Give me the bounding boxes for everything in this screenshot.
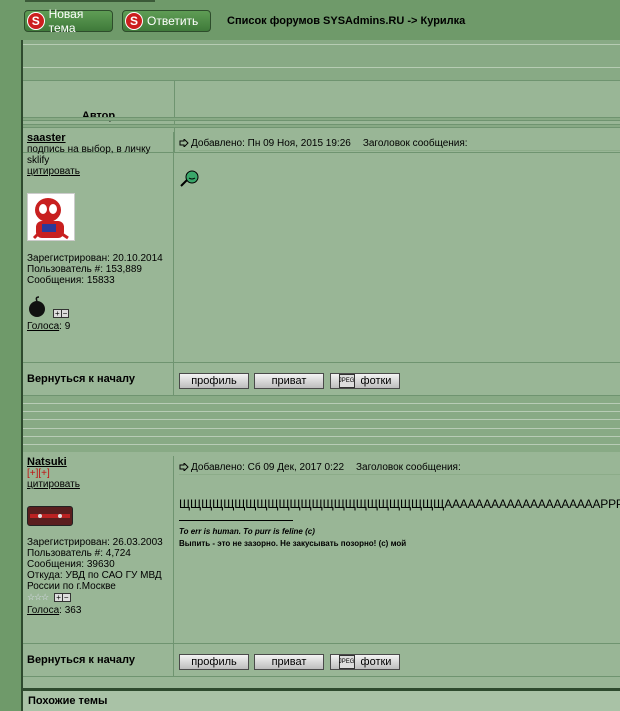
photos-button[interactable]: JPEG фотки bbox=[330, 654, 400, 670]
signature-divider bbox=[179, 520, 293, 521]
photos-button[interactable]: JPEG фотки bbox=[330, 373, 400, 389]
signature-line-1: To err is human. To purr is feline (c) bbox=[179, 527, 315, 536]
post-arrow-icon[interactable] bbox=[179, 463, 189, 471]
row-separator bbox=[23, 124, 620, 128]
post-date: Добавлено: Пн 09 Ноя, 2015 19:26 bbox=[191, 137, 351, 149]
troll-face-icon bbox=[180, 170, 199, 187]
profile-button[interactable]: профиль bbox=[179, 373, 249, 389]
new-topic-button[interactable]: S Новая тема bbox=[24, 7, 113, 35]
jpeg-icon: JPEG bbox=[338, 655, 355, 669]
post-author-panel: saaster подпись на выбор, в личку sklify… bbox=[23, 132, 174, 362]
vote-widgets: ☆☆☆ + − bbox=[27, 592, 173, 603]
post-date: Добавлено: Сб 09 Дек, 2017 0:22 bbox=[191, 461, 345, 473]
votes-value: : 363 bbox=[59, 605, 82, 616]
topic-table: Автор saaster подпись на выбор, в личку … bbox=[21, 40, 620, 711]
post-body: ЩЩЩЩЩЩЩЩЩЩЩЩЩЩЩЩЩЩЩЩЩЩЩЩАААААААААААААААА… bbox=[179, 497, 620, 511]
avatar bbox=[27, 193, 75, 241]
user-number: Пользователь #: 153,889 bbox=[27, 264, 142, 275]
quote-link[interactable]: цитировать bbox=[27, 166, 173, 177]
votes-link[interactable]: Голоса bbox=[27, 605, 59, 616]
registered-date: Зарегистрирован: 20.10.2014 bbox=[27, 253, 163, 264]
registered-date: Зарегистрирован: 26.03.2003 bbox=[27, 537, 163, 548]
shoulder-strap-icon bbox=[30, 514, 70, 518]
votes-value: : 9 bbox=[59, 321, 71, 332]
bomb-icon bbox=[29, 296, 45, 317]
user-number: Пользователь #: 4,724 bbox=[27, 548, 131, 559]
jpeg-icon: JPEG bbox=[338, 374, 355, 388]
row-separator bbox=[23, 117, 620, 121]
vote-plus-minus-icon[interactable]: + − bbox=[53, 309, 70, 318]
top-navbar: S Новая тема S Ответить Список форумов S… bbox=[24, 7, 620, 35]
username-link[interactable]: Natsuki bbox=[27, 456, 173, 468]
post-separator-band bbox=[23, 396, 620, 452]
rating-stars-icon: ☆☆☆ bbox=[27, 592, 49, 602]
user-location: Откуда: УВД по САО ГУ МВД России по г.Мо… bbox=[27, 570, 162, 592]
top-link-underline bbox=[25, 0, 155, 2]
signature-line-2: Выпить - это не зазорно. Не закусывать п… bbox=[179, 539, 407, 548]
vote-plus-minus-icon[interactable]: + − bbox=[54, 593, 71, 602]
profile-button[interactable]: профиль bbox=[179, 654, 249, 670]
table-header-band bbox=[23, 40, 620, 81]
username-link[interactable]: saaster bbox=[27, 132, 173, 144]
pm-button[interactable]: приват bbox=[254, 373, 324, 389]
message-count: Сообщения: 39630 bbox=[27, 559, 115, 570]
votes-link[interactable]: Голоса bbox=[27, 321, 59, 332]
back-to-top-link[interactable]: Вернуться к началу bbox=[23, 644, 174, 676]
pm-button[interactable]: приват bbox=[254, 654, 324, 670]
user-signature-line: подпись на выбор, в личку bbox=[27, 144, 151, 155]
user-signature-line: sklify bbox=[27, 155, 50, 166]
vote-widgets: + − bbox=[27, 296, 173, 318]
post-header: Добавлено: Сб 09 Дек, 2017 0:22 Заголово… bbox=[179, 460, 620, 475]
post-header: Добавлено: Пн 09 Ноя, 2015 19:26 Заголов… bbox=[179, 136, 620, 151]
back-to-top-link[interactable]: Вернуться к началу bbox=[23, 363, 174, 395]
quote-link[interactable]: цитировать bbox=[27, 479, 173, 490]
reply-label: Ответить bbox=[147, 14, 199, 28]
spiderman-avatar-icon bbox=[32, 198, 69, 240]
breadcrumb[interactable]: Список форумов SYSAdmins.RU -> Курилка bbox=[227, 15, 465, 27]
s-logo-icon: S bbox=[125, 12, 143, 30]
post-footer-row: Вернуться к началу профиль приват JPEG ф… bbox=[23, 362, 620, 396]
similar-topics-header: Похожие темы bbox=[23, 688, 620, 711]
post-subject-label: Заголовок сообщения: bbox=[356, 461, 461, 473]
reply-button[interactable]: S Ответить bbox=[122, 10, 211, 32]
post-footer-row: Вернуться к началу профиль приват JPEG ф… bbox=[23, 643, 620, 677]
post-arrow-icon[interactable] bbox=[179, 139, 189, 147]
avatar bbox=[27, 506, 73, 526]
post-content: Добавлено: Пн 09 Ноя, 2015 19:26 Заголов… bbox=[175, 132, 620, 362]
user-badges[interactable]: [+][+] bbox=[27, 468, 173, 479]
message-count: Сообщения: 15833 bbox=[27, 275, 115, 286]
post-subject-label: Заголовок сообщения: bbox=[362, 137, 468, 149]
s-logo-icon: S bbox=[27, 12, 45, 30]
new-topic-label: Новая тема bbox=[48, 7, 84, 35]
post-author-panel: Natsuki [+][+] цитировать Зарегистрирова… bbox=[23, 456, 174, 643]
post-content: Добавлено: Сб 09 Дек, 2017 0:22 Заголово… bbox=[175, 456, 620, 643]
